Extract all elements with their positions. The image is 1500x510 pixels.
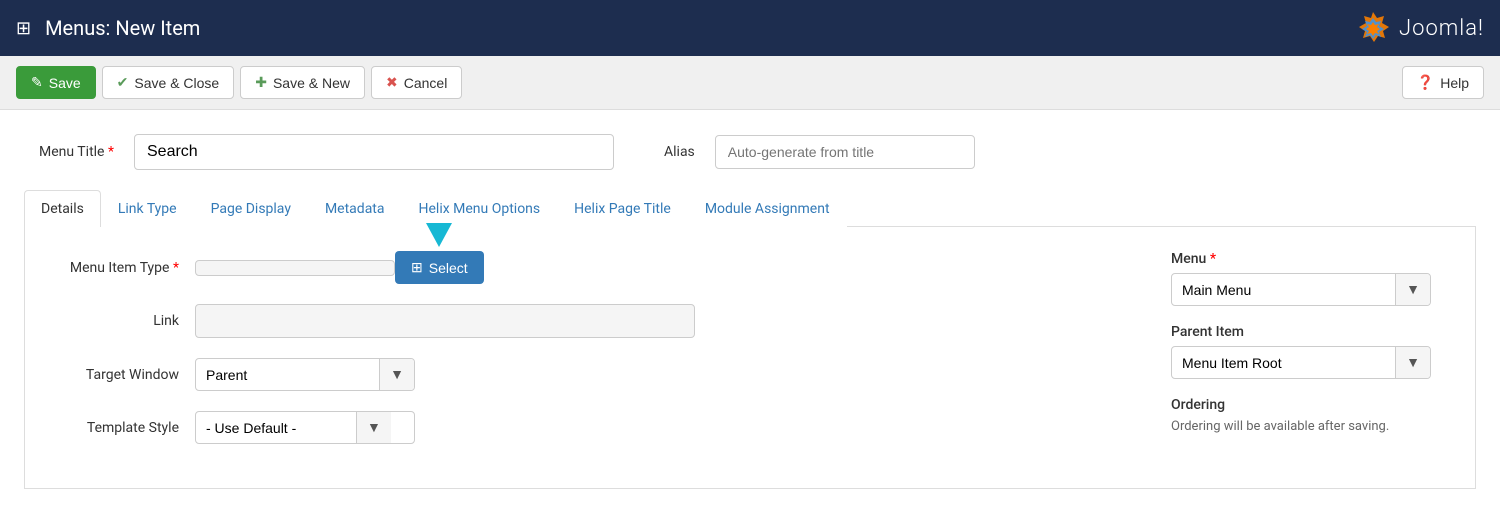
alias-label: Alias bbox=[664, 144, 695, 160]
template-style-label: Template Style bbox=[49, 420, 179, 436]
sidebar-menu-arrow[interactable]: ▼ bbox=[1395, 274, 1430, 305]
sidebar-ordering-label: Ordering bbox=[1171, 397, 1451, 413]
target-window-select-wrapper: Parent New window with navigation New wi… bbox=[195, 358, 415, 391]
target-window-row: Target Window Parent New window with nav… bbox=[49, 358, 1131, 391]
link-label: Link bbox=[49, 313, 179, 329]
cancel-icon: ✖ bbox=[386, 74, 398, 91]
arrow-indicator bbox=[424, 219, 454, 249]
save-button[interactable]: ✎ Save bbox=[16, 66, 96, 99]
sidebar-parent-item-label: Parent Item bbox=[1171, 324, 1451, 340]
link-field bbox=[195, 304, 695, 338]
menu-title-input[interactable] bbox=[134, 134, 614, 170]
page-title: Menus: New Item bbox=[45, 16, 200, 40]
sidebar-menu-select-wrapper: Main Menu ▼ bbox=[1171, 273, 1431, 306]
required-marker: * bbox=[108, 144, 114, 160]
tab-content-details: Menu Item Type * ⊞ Select bbox=[24, 227, 1476, 489]
tab-main-fields: Menu Item Type * ⊞ Select bbox=[49, 251, 1131, 464]
tab-details[interactable]: Details bbox=[24, 190, 101, 227]
sidebar-menu-field: Menu * Main Menu ▼ bbox=[1171, 251, 1451, 306]
template-style-select[interactable]: - Use Default - bbox=[196, 413, 356, 443]
menu-title-label: Menu Title * bbox=[24, 144, 114, 160]
tab-bar: Details Link Type Page Display Metadata … bbox=[24, 190, 1476, 227]
help-icon: ❓ bbox=[1417, 74, 1434, 91]
save-label: Save bbox=[49, 75, 81, 91]
help-button[interactable]: ❓ Help bbox=[1402, 66, 1484, 99]
save-new-label: Save & New bbox=[273, 75, 350, 91]
sidebar-ordering-field: Ordering Ordering will be available afte… bbox=[1171, 397, 1451, 434]
menu-item-type-label: Menu Item Type * bbox=[49, 260, 179, 276]
sidebar-parent-item-select[interactable]: Menu Item Root bbox=[1172, 348, 1395, 378]
toolbar: ✎ Save ✔ Save & Close ✚ Save & New ✖ Can… bbox=[0, 56, 1500, 110]
tab-helix-page-title[interactable]: Helix Page Title bbox=[557, 190, 688, 227]
template-style-arrow[interactable]: ▼ bbox=[356, 412, 391, 443]
save-close-label: Save & Close bbox=[134, 75, 219, 91]
template-style-select-wrapper: - Use Default - ▼ bbox=[195, 411, 415, 444]
alias-input[interactable] bbox=[715, 135, 975, 169]
toolbar-right: ❓ Help bbox=[1402, 66, 1484, 99]
tab-metadata[interactable]: Metadata bbox=[308, 190, 402, 227]
plus-icon: ✚ bbox=[255, 74, 267, 91]
template-style-row: Template Style - Use Default - ▼ bbox=[49, 411, 1131, 444]
target-window-select[interactable]: Parent New window with navigation New wi… bbox=[196, 360, 379, 390]
grid-icon: ⊞ bbox=[16, 18, 31, 39]
joomla-text: Joomla! bbox=[1399, 16, 1484, 41]
joomla-brand-icon bbox=[1353, 8, 1393, 48]
cancel-button[interactable]: ✖ Cancel bbox=[371, 66, 462, 99]
cancel-label: Cancel bbox=[404, 75, 448, 91]
sidebar-parent-item-field: Parent Item Menu Item Root ▼ bbox=[1171, 324, 1451, 379]
sidebar-ordering-text: Ordering will be available after saving. bbox=[1171, 419, 1451, 434]
save-close-button[interactable]: ✔ Save & Close bbox=[102, 66, 235, 99]
header-bar: ⊞ Menus: New Item Joomla! bbox=[0, 0, 1500, 56]
tab-link-type[interactable]: Link Type bbox=[101, 190, 194, 227]
select-menu-item-type-button[interactable]: ⊞ Select bbox=[395, 251, 484, 284]
save-icon: ✎ bbox=[31, 74, 43, 91]
tab-page-display[interactable]: Page Display bbox=[194, 190, 308, 227]
tab-module-assignment[interactable]: Module Assignment bbox=[688, 190, 847, 227]
link-row: Link bbox=[49, 304, 1131, 338]
header-left: ⊞ Menus: New Item bbox=[16, 16, 200, 40]
target-window-label: Target Window bbox=[49, 367, 179, 383]
toolbar-left: ✎ Save ✔ Save & Close ✚ Save & New ✖ Can… bbox=[16, 66, 462, 99]
check-icon: ✔ bbox=[117, 74, 129, 91]
target-window-arrow[interactable]: ▼ bbox=[379, 359, 414, 390]
menu-item-type-row: Menu Item Type * ⊞ Select bbox=[49, 251, 1131, 284]
tab-sidebar: Menu * Main Menu ▼ Parent Item Menu Item… bbox=[1171, 251, 1451, 464]
joomla-logo: Joomla! bbox=[1353, 8, 1484, 48]
sidebar-parent-item-arrow[interactable]: ▼ bbox=[1395, 347, 1430, 378]
sidebar-menu-label: Menu * bbox=[1171, 251, 1451, 267]
menu-title-row: Menu Title * Alias bbox=[24, 134, 1476, 170]
help-label: Help bbox=[1440, 75, 1469, 91]
menu-item-type-value bbox=[195, 260, 395, 276]
save-new-button[interactable]: ✚ Save & New bbox=[240, 66, 365, 99]
select-grid-icon: ⊞ bbox=[411, 259, 423, 276]
main-content: Menu Title * Alias Details Link Type Pag… bbox=[0, 110, 1500, 510]
sidebar-parent-item-select-wrapper: Menu Item Root ▼ bbox=[1171, 346, 1431, 379]
sidebar-menu-select[interactable]: Main Menu bbox=[1172, 275, 1395, 305]
